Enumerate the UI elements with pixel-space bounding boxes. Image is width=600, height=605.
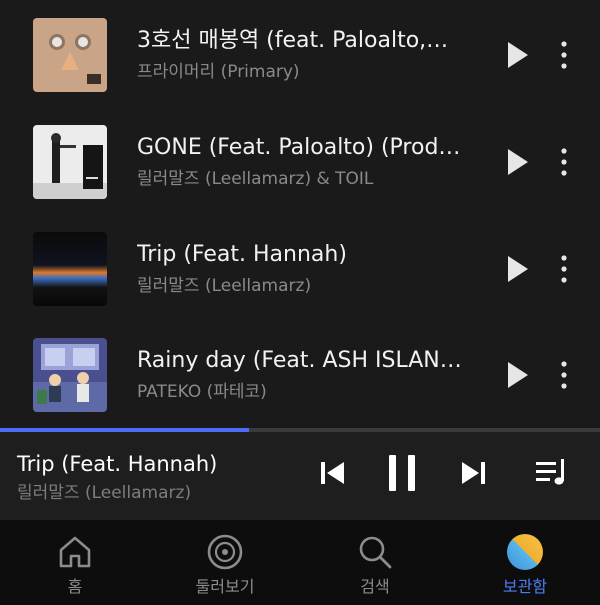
more-options-icon[interactable] <box>553 360 575 390</box>
tab-label: 홈 <box>67 577 83 596</box>
track-title: Rainy day (Feat. ASH ISLAN… <box>137 348 462 373</box>
track-artist: 프라이머리 (Primary) <box>137 62 300 82</box>
track-list: 3호선 매봉역 (feat. Paloalto,… 프라이머리 (Primary… <box>0 0 600 428</box>
more-options-icon[interactable] <box>553 254 575 284</box>
more-options-icon[interactable] <box>553 147 575 177</box>
tab-browse[interactable]: 둘러보기 <box>150 520 300 605</box>
now-playing-title: Trip (Feat. Hannah) <box>17 452 218 476</box>
search-icon <box>355 532 395 572</box>
album-art-gone[interactable] <box>33 125 107 199</box>
tab-label: 검색 <box>360 577 390 596</box>
previous-icon[interactable] <box>318 458 348 492</box>
mini-player[interactable]: Trip (Feat. Hannah) 릴러말즈 (Leellamarz) <box>0 432 600 520</box>
album-art-rainy-day[interactable] <box>33 338 107 412</box>
playlist-icon[interactable] <box>534 456 570 494</box>
now-playing-artist: 릴러말즈 (Leellamarz) <box>17 483 192 503</box>
library-avatar-icon <box>505 532 545 572</box>
play-icon[interactable] <box>506 254 530 284</box>
track-row[interactable]: Rainy day (Feat. ASH ISLAN… PATEKO (파테코) <box>0 320 600 426</box>
album-art-trip[interactable] <box>33 232 107 306</box>
tab-label: 보관함 <box>502 577 548 596</box>
track-artist: 릴러말즈 (Leellamarz) & TOIL <box>137 169 374 189</box>
track-title: GONE (Feat. Paloalto) (Prod… <box>137 135 461 160</box>
pause-icon[interactable] <box>386 452 418 498</box>
play-icon[interactable] <box>506 360 530 390</box>
browse-disc-icon <box>205 532 245 572</box>
tab-library[interactable]: 보관함 <box>450 520 600 605</box>
track-row[interactable]: GONE (Feat. Paloalto) (Prod… 릴러말즈 (Leell… <box>0 107 600 213</box>
more-options-icon[interactable] <box>553 40 575 70</box>
track-row[interactable]: Trip (Feat. Hannah) 릴러말즈 (Leellamarz) <box>0 214 600 320</box>
tab-label: 둘러보기 <box>195 577 255 596</box>
play-icon[interactable] <box>506 40 530 70</box>
track-row[interactable]: 3호선 매봉역 (feat. Paloalto,… 프라이머리 (Primary… <box>0 0 600 106</box>
track-artist: 릴러말즈 (Leellamarz) <box>137 276 312 296</box>
track-title: 3호선 매봉역 (feat. Paloalto,… <box>137 28 449 53</box>
track-title: Trip (Feat. Hannah) <box>137 242 347 267</box>
play-icon[interactable] <box>506 147 530 177</box>
home-icon <box>55 532 95 572</box>
track-artist: PATEKO (파테코) <box>137 382 267 402</box>
album-art-primary[interactable] <box>33 18 107 92</box>
tab-home[interactable]: 홈 <box>0 520 150 605</box>
bottom-tab-bar: 홈 둘러보기 검색 보관함 <box>0 520 600 605</box>
tab-search[interactable]: 검색 <box>300 520 450 605</box>
next-icon[interactable] <box>458 458 488 492</box>
